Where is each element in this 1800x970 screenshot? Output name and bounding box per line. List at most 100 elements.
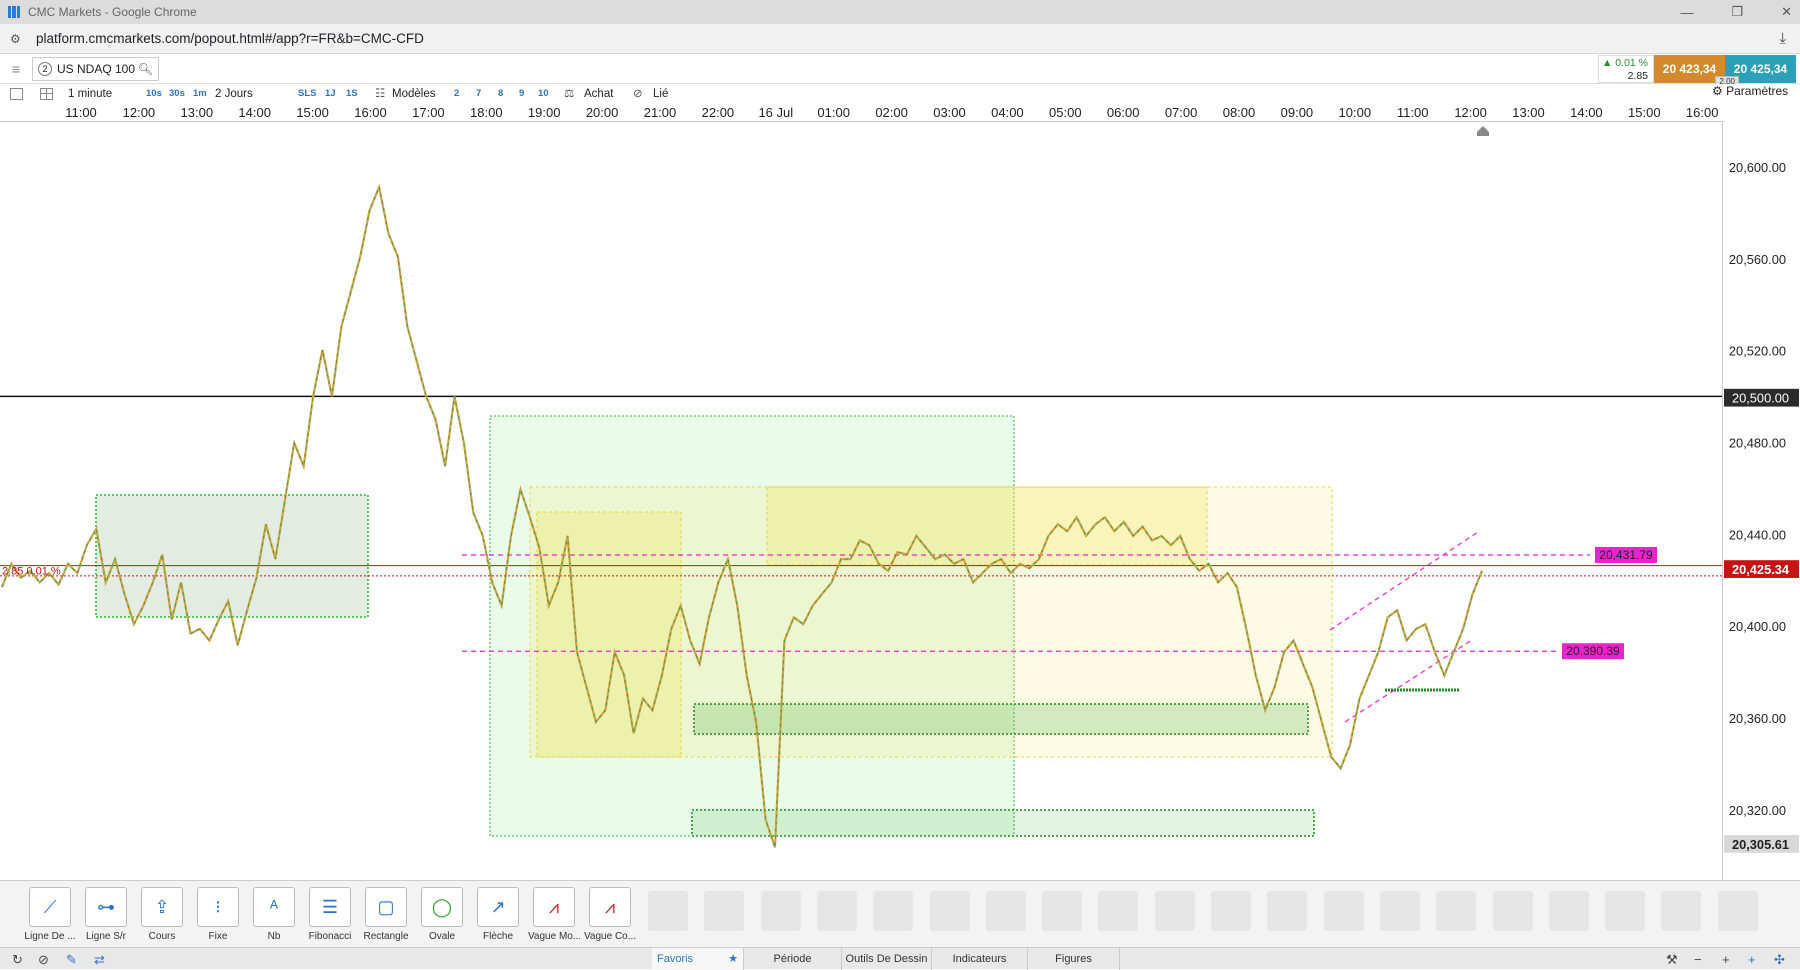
refresh-icon[interactable]: ↻ [12, 952, 23, 968]
url-text[interactable]: platform.cmcmarkets.com/popout.html#/app… [36, 31, 424, 46]
sell-button[interactable]: 20 423,34 2.00 [1654, 55, 1739, 87]
empty-tool-slot[interactable] [1098, 891, 1139, 931]
no-entry-icon[interactable]: ⊘ [38, 952, 49, 968]
zoom-out-icon[interactable]: − [1694, 952, 1702, 967]
tool-1[interactable]: ⊶ Ligne S/r [80, 887, 132, 942]
download-icon[interactable]: ⤓ [1779, 30, 1786, 47]
tool-label: Ligne S/r [85, 931, 127, 942]
crosshair-icon[interactable]: + [1748, 952, 1756, 967]
link-icon[interactable]: ⊘ [633, 86, 643, 102]
count-10[interactable]: 10 [538, 86, 549, 102]
buy-price: 20 425,34 [1733, 62, 1788, 76]
empty-tool-slot[interactable] [1267, 891, 1308, 931]
tool-7[interactable]: ◯ Ovale [416, 887, 468, 942]
chart-toolbar: 1 minute 10s 30s 1m 2 Jours SLS 1J 1S ☷ … [0, 84, 1800, 104]
empty-tool-slot[interactable] [760, 891, 801, 931]
empty-tool-slot[interactable] [1211, 891, 1251, 931]
tool-4[interactable]: ᴬ Nb [248, 887, 300, 942]
empty-tool-slot[interactable] [816, 891, 857, 931]
search-icon[interactable]: 🔍︎ [138, 62, 153, 76]
app-icon [8, 6, 20, 18]
interval-select[interactable]: 1 minute [68, 86, 112, 102]
tool-icon: ▢ [365, 887, 407, 927]
time-tick: 09:00 [1280, 105, 1314, 120]
time-tick: 06:00 [1106, 105, 1140, 120]
empty-tool-slot[interactable] [704, 891, 745, 931]
time-tick: 13:00 [1512, 105, 1545, 120]
site-settings-icon[interactable]: ⚙ [10, 32, 24, 46]
tool-2[interactable]: ⇪ Cours [136, 887, 188, 942]
empty-tool-slot[interactable] [1605, 891, 1646, 931]
restore-icon[interactable]: ❐ [1731, 4, 1743, 20]
layout-list-icon[interactable] [10, 86, 23, 102]
instrument-bar: ≡ 2 US NDAQ 100 🔍︎ ▲ 0.01 % 2.85 20 423,… [0, 54, 1800, 87]
tool-0[interactable]: ⟋ Ligne De ... [24, 887, 76, 942]
empty-tool-slot[interactable] [1042, 891, 1083, 931]
empty-tool-slot[interactable] [1661, 891, 1702, 931]
minimize-icon[interactable]: — [1680, 5, 1693, 20]
tool-9[interactable]: ⩘ Vague Mo... [528, 887, 580, 942]
time-tick: 11:00 [1396, 105, 1429, 120]
settings-button[interactable]: ⚙ Paramètres [1712, 84, 1788, 98]
time-tick: 10:00 [1338, 105, 1372, 120]
tool-icon: ⊶ [85, 887, 127, 927]
mode-1s[interactable]: 1S [346, 86, 358, 102]
models-button[interactable]: Modèles [392, 86, 435, 102]
zoom-in-icon[interactable]: + [1722, 952, 1730, 967]
time-tick: 11:00 [65, 105, 97, 120]
empty-tool-slot[interactable] [1323, 891, 1364, 931]
tool-10[interactable]: ⩘ Vague Co... [584, 887, 636, 942]
count-7[interactable]: 7 [476, 86, 481, 102]
tool-3[interactable]: ⁝ Fixe [192, 887, 244, 942]
tab-figures[interactable]: Figures [1028, 948, 1120, 970]
tool-8[interactable]: ↗ Flèche [472, 887, 524, 942]
layout-grid-icon[interactable] [40, 86, 53, 102]
price-chart[interactable]: 20,431.79 20,390.39 2.85 0.01 % [0, 122, 1800, 880]
empty-tool-slot[interactable] [1436, 891, 1477, 931]
models-icon[interactable]: ☷ [375, 86, 385, 102]
interval-10s[interactable]: 10s [146, 86, 162, 102]
price-tick: 20,480.00 [1729, 436, 1786, 451]
tool-5[interactable]: ☰ Fibonacci [304, 887, 356, 942]
time-marker-icon [1477, 126, 1489, 136]
menu-icon[interactable]: ≡ [6, 59, 26, 79]
expand-icon[interactable]: ✣ [1774, 952, 1785, 968]
interval-30s[interactable]: 30s [169, 86, 185, 102]
mode-sls[interactable]: SLS [298, 86, 316, 102]
empty-tool-slot[interactable] [873, 891, 914, 931]
zone-support-lower [691, 809, 1315, 837]
empty-tool-slot[interactable] [1379, 891, 1420, 931]
instrument-badge: 2 [38, 62, 52, 76]
buy-mode-icon[interactable]: ⚖ [564, 86, 574, 102]
empty-tool-slot[interactable] [1492, 891, 1533, 931]
time-tick: 01:00 [817, 105, 850, 120]
time-tick: 16 Jul [758, 105, 794, 120]
mode-1j[interactable]: 1J [325, 86, 336, 102]
empty-tool-slot[interactable] [929, 891, 970, 931]
tool-6[interactable]: ▢ Rectangle [360, 887, 412, 942]
tool-label: Ligne De ... [24, 931, 76, 942]
period-select[interactable]: 2 Jours [215, 86, 253, 102]
empty-tool-slot[interactable] [985, 891, 1026, 931]
count-9[interactable]: 9 [519, 86, 524, 102]
close-icon[interactable]: ✕ [1781, 4, 1792, 20]
tab-outils-de-dessin[interactable]: Outils De Dessin [842, 948, 932, 970]
empty-tool-slot[interactable] [1154, 891, 1195, 931]
count-8[interactable]: 8 [498, 86, 503, 102]
tab-favoris[interactable]: Favoris ★ [652, 948, 744, 970]
count-2[interactable]: 2 [454, 86, 459, 102]
instrument-search[interactable]: 2 US NDAQ 100 🔍︎ [32, 57, 159, 81]
tab-periode[interactable]: Période [744, 948, 842, 970]
tab-indicateurs[interactable]: Indicateurs [932, 948, 1028, 970]
empty-tool-slot[interactable] [648, 891, 688, 931]
buy-mode-button[interactable]: Achat [584, 86, 613, 102]
hand-icon[interactable]: ⚒ [1666, 952, 1678, 968]
linked-button[interactable]: Lié [653, 86, 668, 102]
magnet-icon[interactable]: ⇄ [94, 952, 105, 968]
pencil-icon[interactable]: ✎ [66, 952, 77, 968]
star-icon: ★ [728, 953, 738, 965]
empty-tool-slot[interactable] [1548, 891, 1589, 931]
empty-tool-slot[interactable] [1717, 891, 1758, 931]
tool-icon: ⇪ [141, 887, 183, 927]
interval-1m[interactable]: 1m [193, 86, 207, 102]
